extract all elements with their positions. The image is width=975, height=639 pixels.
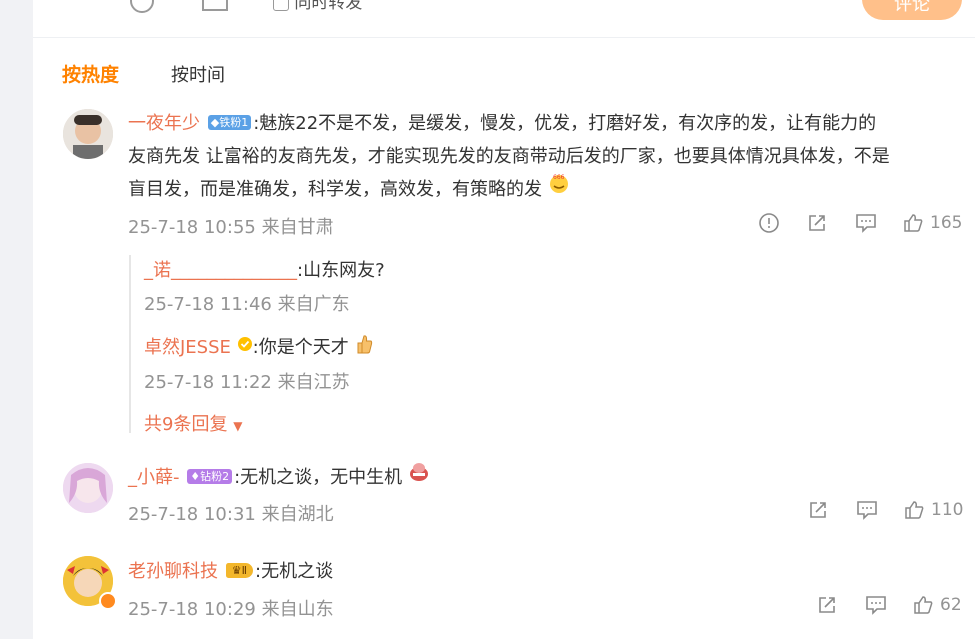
image-icon[interactable]	[201, 0, 229, 16]
share-icon[interactable]	[807, 499, 829, 521]
comment-author[interactable]: _小薛-	[128, 467, 180, 488]
comment-body: 老孙聊科技 ♛Ⅱ:无机之谈	[128, 555, 333, 588]
repost-checkbox[interactable]: 同时转发	[273, 0, 362, 13]
emoji-icon	[408, 460, 430, 493]
like-icon[interactable]	[912, 594, 934, 616]
submit-button[interactable]: 评论	[862, 0, 962, 20]
like-count: 165	[930, 213, 963, 233]
repost-label: 同时转发	[294, 0, 363, 13]
share-icon[interactable]	[806, 212, 828, 234]
thumbs-up-emoji-icon	[354, 333, 374, 360]
comment-actions: 62	[816, 594, 962, 616]
fan-badge[interactable]: ◆铁粉1	[207, 114, 252, 130]
comment-actions: 165	[758, 212, 962, 234]
reply-timestamp: 25-7-18 11:22 来自江苏	[144, 372, 350, 393]
emoji-icon[interactable]	[129, 0, 155, 18]
comment-author[interactable]: 一夜年少	[128, 113, 200, 134]
reply-item: 卓然JESSE :你是个天才	[144, 333, 374, 362]
fan-badge[interactable]: ♦钻粉2	[187, 468, 233, 484]
comment-icon[interactable]	[854, 212, 878, 234]
like-count: 110	[931, 500, 964, 520]
share-icon[interactable]	[816, 594, 838, 616]
comment-panel: 同时转发 评论 按热度 按时间 一夜年少 ◆铁粉1:魅族22不是不发，是缓发，慢…	[33, 0, 975, 639]
avatar[interactable]	[63, 556, 117, 610]
comment-text-line: 友商先发 让富裕的友商先发，才能实现先发的友商带动后发的厂家，也要具体情况具体发…	[128, 146, 890, 167]
tab-sort-time[interactable]: 按时间	[171, 61, 225, 87]
comment-timestamp: 25-7-18 10:55 来自甘肃	[128, 217, 334, 238]
reply-text: :你是个天才	[252, 337, 349, 358]
like-count: 62	[940, 595, 962, 615]
reply-author[interactable]: 卓然JESSE	[144, 337, 231, 358]
like-icon[interactable]	[902, 212, 924, 234]
checkbox-icon[interactable]	[273, 0, 289, 11]
comment-timestamp: 25-7-18 10:31 来自湖北	[128, 504, 334, 525]
emoji-666-icon: 666	[548, 172, 570, 205]
comment-body: _小薛- ♦钻粉2:无机之谈，无中生机	[128, 461, 430, 495]
comment-actions: 110	[807, 499, 963, 521]
comment-timestamp: 25-7-18 10:29 来自山东	[128, 599, 334, 620]
comment-text: :无机之谈，无中生机	[234, 467, 403, 488]
comment-icon[interactable]	[864, 594, 888, 616]
avatar[interactable]	[63, 109, 113, 159]
svg-text:666: 666	[553, 174, 565, 181]
comment-body: 一夜年少 ◆铁粉1:魅族22不是不发，是缓发，慢发，优发，打磨好发，有次序的发，…	[128, 107, 968, 207]
like-icon[interactable]	[903, 499, 925, 521]
comment-text: :无机之谈	[255, 561, 334, 582]
divider	[33, 37, 975, 38]
reply-author[interactable]: _诺______________	[144, 260, 297, 281]
report-icon[interactable]	[758, 212, 780, 234]
comment-text-line: 盲目发，而是准确发，科学发，高效发，有策略的发	[128, 179, 542, 200]
more-replies-link[interactable]: 共9条回复 ▼	[144, 410, 242, 436]
comment-text-line: :魅族22不是不发，是缓发，慢发，优发，打磨好发，有次序的发，让有能力的	[253, 113, 877, 134]
verified-icon	[237, 336, 253, 357]
reply-thread-line	[129, 255, 135, 433]
reply-timestamp: 25-7-18 11:46 来自广东	[144, 294, 350, 315]
reply-text: :山东网友?	[297, 260, 385, 281]
reply-item: _诺______________:山东网友?	[144, 256, 385, 282]
comment-icon[interactable]	[855, 499, 879, 521]
caret-down-icon: ▼	[233, 419, 243, 433]
comment-author[interactable]: 老孙聊科技	[128, 561, 218, 582]
member-crown-badge[interactable]: ♛Ⅱ	[225, 562, 254, 578]
avatar[interactable]	[63, 463, 113, 513]
tab-sort-hot[interactable]: 按热度	[62, 60, 119, 87]
verified-badge-icon	[99, 592, 117, 610]
